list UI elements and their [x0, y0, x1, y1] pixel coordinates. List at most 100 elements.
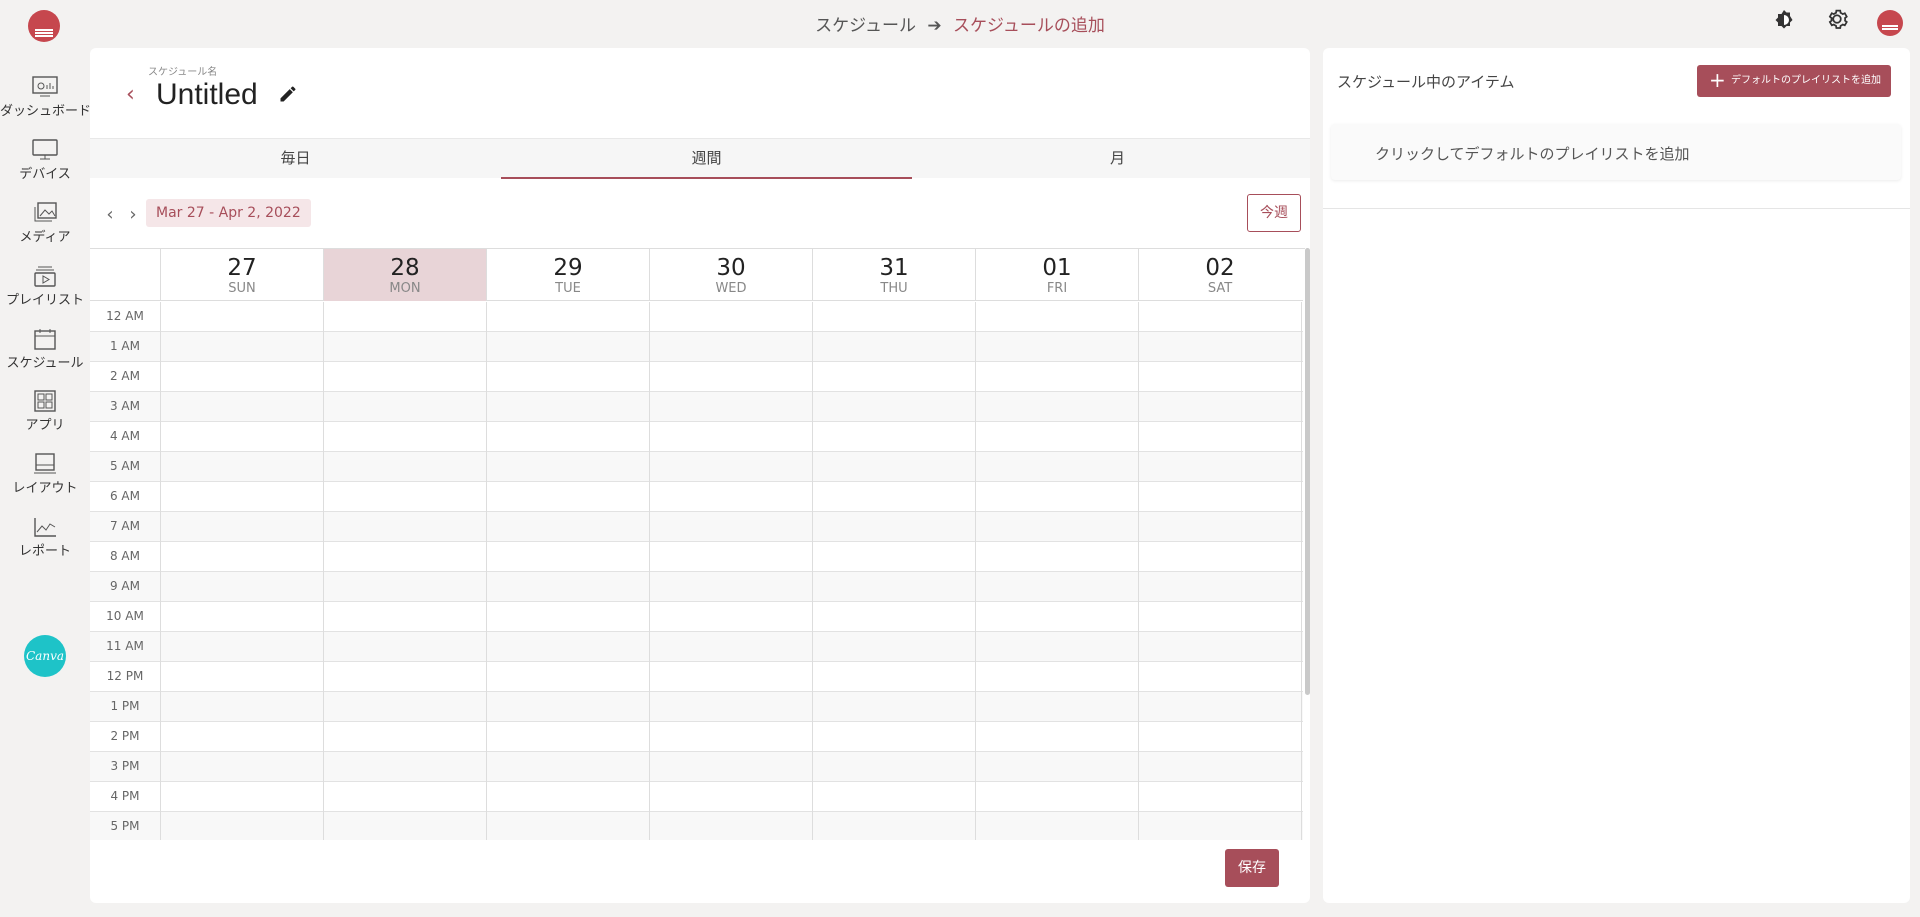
tab-daily[interactable]: 毎日 [90, 139, 501, 179]
layout-icon [34, 453, 56, 474]
breadcrumb-current: スケジュールの追加 [953, 16, 1105, 36]
day-name: WED [715, 281, 747, 296]
hour-row[interactable]: 6 AM [90, 482, 1303, 512]
pencil-icon[interactable] [278, 84, 298, 108]
tab-monthly[interactable]: 月 [912, 139, 1323, 179]
grid-line [160, 302, 161, 840]
day-name: MON [389, 281, 421, 296]
arrow-right-icon: ➔ [927, 16, 942, 36]
add-default-playlist-label: デフォルトのプレイリストを追加 [1731, 75, 1881, 86]
hour-row[interactable]: 2 AM [90, 362, 1303, 392]
hour-row[interactable]: 10 AM [90, 602, 1303, 632]
hour-label: 12 AM [106, 309, 144, 323]
day-name: THU [880, 281, 908, 296]
hour-row[interactable]: 12 AM [90, 302, 1303, 332]
hour-row[interactable]: 7 AM [90, 512, 1303, 542]
sidebar-item-apps[interactable]: アプリ [0, 384, 90, 440]
back-arrow-icon[interactable]: ‹ [126, 84, 146, 106]
sidebar-item-schedules[interactable]: スケジュール [0, 322, 90, 378]
media-icon [34, 202, 57, 222]
top-bar: スケジュール ➔ スケジュールの追加 [0, 0, 1920, 46]
user-avatar[interactable] [1877, 10, 1903, 36]
hour-row[interactable]: 2 PM [90, 722, 1303, 752]
hour-row[interactable]: 1 PM [90, 692, 1303, 722]
chevron-right-icon[interactable]: › [123, 205, 143, 225]
chevron-left-icon[interactable]: ‹ [100, 205, 120, 225]
hour-label: 3 AM [109, 399, 140, 413]
report-icon [34, 518, 56, 537]
hour-row[interactable]: 5 PM [90, 812, 1303, 840]
hour-row[interactable]: 4 PM [90, 782, 1303, 812]
breadcrumb-root[interactable]: スケジュール [815, 16, 916, 36]
canva-button[interactable]: Canva [24, 635, 66, 677]
hour-label: 8 AM [109, 549, 140, 563]
hour-label: 4 AM [109, 429, 140, 443]
day-number: 29 [553, 255, 583, 281]
grid-line [649, 302, 650, 840]
sidebar-item-label: メディア [19, 230, 71, 245]
hour-label: 7 AM [109, 519, 140, 533]
day-name: SUN [228, 281, 256, 296]
hour-row[interactable]: 9 AM [90, 572, 1303, 602]
day-header: 01 FRI [975, 249, 1138, 301]
grid-line [486, 302, 487, 840]
week-calendar: 27 SUN 28 MON 29 TUE 30 WED 31 THU 01 FRI 02 SAT 12 A… [90, 248, 1305, 840]
hour-row[interactable]: 11 AM [90, 632, 1303, 662]
hour-label: 12 PM [106, 669, 144, 683]
calendar-scrollbar[interactable] [1305, 248, 1310, 695]
hour-row[interactable]: 5 AM [90, 452, 1303, 482]
sidebar-item-dashboard[interactable]: ダッシュボード [0, 70, 92, 126]
hour-label: 2 AM [109, 369, 140, 383]
hour-row[interactable]: 3 PM [90, 752, 1303, 782]
grid-line [975, 302, 976, 840]
hour-row[interactable]: 4 AM [90, 422, 1303, 452]
day-header: 31 THU [812, 249, 975, 301]
sidebar-item-layouts[interactable]: レイアウト [0, 447, 90, 503]
sidebar-item-label: デバイス [19, 167, 71, 182]
hour-label: 6 AM [109, 489, 140, 503]
sidebar-item-label: プレイリスト [5, 293, 84, 308]
hour-label: 1 AM [109, 339, 140, 353]
save-button[interactable]: 保存 [1225, 849, 1279, 887]
day-name: SAT [1207, 281, 1233, 296]
day-number: 27 [227, 255, 257, 281]
sidebar-item-playlists[interactable]: プレイリスト [0, 259, 90, 315]
sidebar-item-media[interactable]: メディア [0, 196, 90, 252]
tab-weekly[interactable]: 週間 [501, 139, 912, 179]
week-navigation: ‹ › Mar 27 - Apr 2, 2022 今週 [90, 193, 1310, 243]
day-number: 01 [1042, 255, 1072, 281]
monitor-icon [32, 139, 58, 160]
panel-title: スケジュール中のアイテム [1337, 73, 1515, 91]
hour-row[interactable]: 8 AM [90, 542, 1303, 572]
divider [1323, 208, 1910, 209]
sidebar-item-label: スケジュール [6, 356, 84, 371]
schedule-editor-panel: スケジュール名 ‹ Untitled 毎日 週間 月 ‹ › Mar 27 - … [90, 48, 1310, 903]
sidebar-item-label: レイアウト [12, 481, 78, 496]
date-range: Mar 27 - Apr 2, 2022 [146, 199, 311, 227]
schedule-title[interactable]: Untitled [156, 78, 258, 112]
sidebar-item-devices[interactable]: デバイス [0, 133, 90, 189]
day-number: 31 [879, 255, 909, 281]
view-tabs: 毎日 週間 月 [90, 138, 1310, 179]
calendar-header: 27 SUN 28 MON 29 TUE 30 WED 31 THU 01 FRI 02 SAT [90, 249, 1303, 301]
day-header: 30 WED [649, 249, 812, 301]
hour-label: 5 AM [109, 459, 140, 473]
theme-toggle-icon[interactable] [1772, 8, 1796, 36]
sidebar-item-label: ダッシュボード [0, 104, 92, 119]
hour-label: 10 AM [106, 609, 144, 623]
add-default-playlist-button[interactable]: + デフォルトのプレイリストを追加 [1697, 65, 1891, 97]
sidebar-item-reports[interactable]: レポート [0, 510, 90, 566]
playlist-icon [34, 266, 56, 287]
gear-icon[interactable] [1824, 6, 1850, 36]
this-week-button[interactable]: 今週 [1247, 194, 1301, 232]
hour-label: 9 AM [109, 579, 140, 593]
day-name: TUE [555, 281, 581, 296]
hour-row[interactable]: 12 PM [90, 662, 1303, 692]
calendar-icon [34, 329, 56, 350]
hour-label: 11 AM [106, 639, 144, 653]
hour-row[interactable]: 1 AM [90, 332, 1303, 362]
hour-row[interactable]: 3 AM [90, 392, 1303, 422]
add-default-playlist-card[interactable]: クリックしてデフォルトのプレイリストを追加 [1331, 124, 1901, 180]
day-number: 30 [716, 255, 746, 281]
sidebar-item-label: レポート [18, 544, 71, 559]
